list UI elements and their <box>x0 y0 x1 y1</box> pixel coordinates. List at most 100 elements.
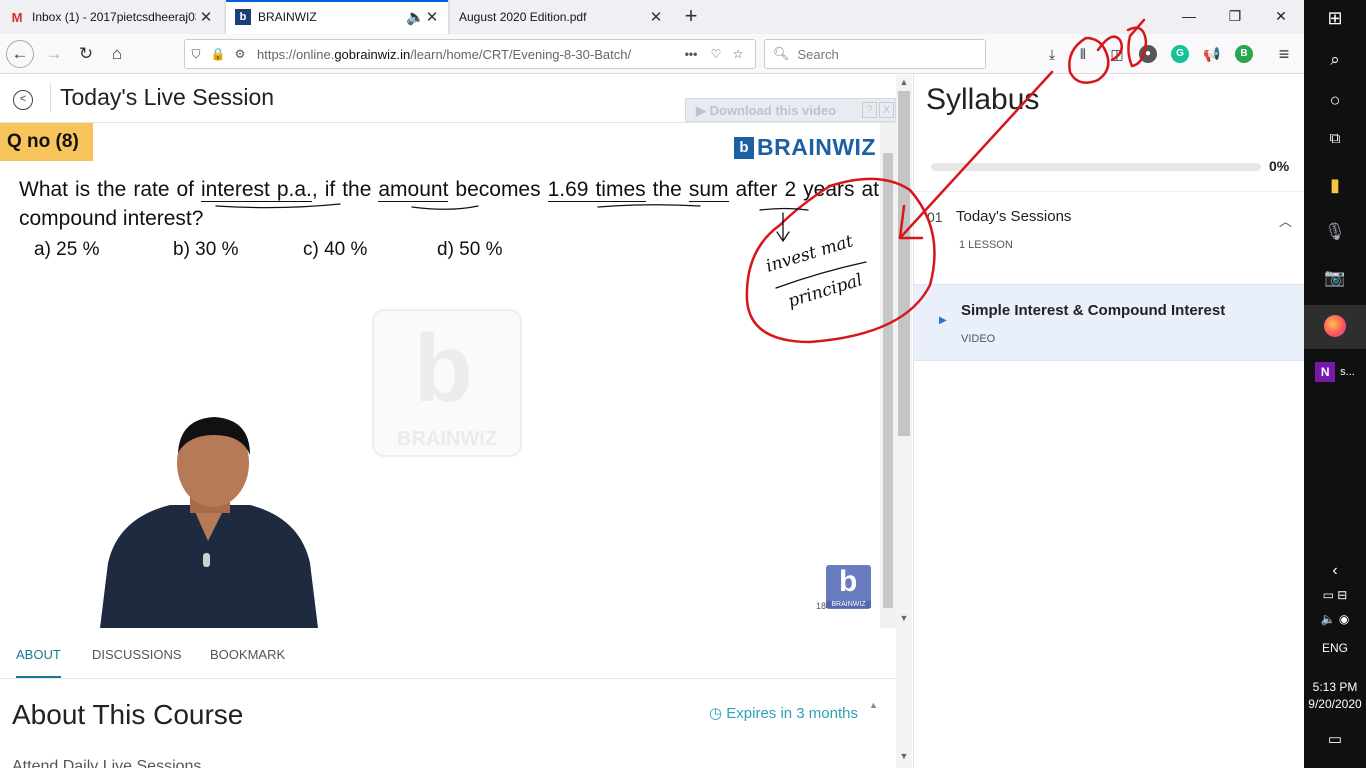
watermark-text: BRAINWIZ <box>397 428 497 450</box>
content-tabs: ABOUT DISCUSSIONS BOOKMARK <box>0 639 896 679</box>
pocket-icon[interactable]: ♡ <box>705 47 727 61</box>
tab-about[interactable]: ABOUT <box>16 647 61 678</box>
scroll-up-icon[interactable]: ▲ <box>896 77 912 87</box>
forward-arrow-icon[interactable]: → <box>40 40 68 68</box>
new-tab-plus-icon[interactable]: + <box>678 4 704 30</box>
close-icon[interactable]: ✕ <box>646 8 666 26</box>
question-underlined: amount <box>378 178 449 202</box>
onenote-taskbar-button[interactable]: N s... <box>1304 362 1366 382</box>
scroll-down-icon[interactable]: ▼ <box>896 751 912 761</box>
menu-hamburger-icon[interactable]: ≡ <box>1273 43 1295 65</box>
browser-tab-strip: M Inbox (1) - 2017pietcsdheeraj03 ✕ b BR… <box>0 0 1304 34</box>
file-explorer-icon[interactable]: ▮ <box>1304 175 1366 196</box>
lock-icon[interactable]: 🔒 <box>207 47 229 61</box>
minimize-icon[interactable]: — <box>1166 0 1212 32</box>
download-icon[interactable]: ⤓ <box>1041 43 1063 65</box>
lesson-type: VIDEO <box>961 333 996 345</box>
library-icon[interactable]: ⫴ <box>1072 43 1094 65</box>
url-prefix: https://online. <box>257 46 335 62</box>
tab-bookmark[interactable]: BOOKMARK <box>210 647 285 676</box>
grammarly-icon[interactable]: G <box>1171 45 1189 63</box>
chevron-up-icon[interactable]: ︿ <box>1279 211 1292 230</box>
question-part: , if the <box>311 178 379 201</box>
sidebar-icon[interactable]: ◫ <box>1106 43 1128 65</box>
syllabus-panel: Syllabus 0% 01 Today's Sessions ︿ 1 LESS… <box>913 75 1305 768</box>
option-d: d) 50 % <box>437 239 503 260</box>
url-bar[interactable]: ⛉ 🔒 ⚙ https://online.gobrainwiz.in/learn… <box>184 39 756 69</box>
firefox-taskbar-button[interactable] <box>1304 305 1366 349</box>
syllabus-progress-bar <box>931 163 1261 171</box>
firefox-icon <box>1324 315 1346 337</box>
scroll-up-icon[interactable]: ▲ <box>869 700 878 710</box>
page-actions-icon[interactable]: ••• <box>677 47 705 61</box>
clock-time[interactable]: 5:13 PM <box>1304 680 1366 694</box>
divider <box>50 83 51 113</box>
lesson-title: Simple Interest & Compound Interest <box>961 302 1226 319</box>
tab-brainwiz[interactable]: b BRAINWIZ 🔈 ✕ <box>226 0 448 34</box>
page-content: < Today's Live Session Q no (8) b BRAINW… <box>0 75 1305 768</box>
url-text[interactable]: https://online.gobrainwiz.in/learn/home/… <box>257 47 677 62</box>
cortana-icon[interactable]: ○ <box>1304 90 1366 111</box>
search-icon[interactable]: ⌕ <box>1304 50 1366 70</box>
clock-date[interactable]: 9/20/2020 <box>1304 697 1366 711</box>
home-icon[interactable]: ⌂ <box>103 40 131 68</box>
search-input[interactable]: 🔍︎ Search <box>764 39 986 69</box>
about-heading: About This Course <box>12 699 244 730</box>
divider <box>914 191 1305 192</box>
shield-icon[interactable]: ⛉ <box>185 47 207 62</box>
question-part: becomes <box>448 178 548 201</box>
scrollbar-thumb[interactable] <box>898 91 910 436</box>
download-video-button[interactable]: ▶ Download this video <box>696 103 836 119</box>
progress-percent: 0% <box>1269 158 1290 174</box>
tab-pdf[interactable]: August 2020 Edition.pdf ✕ <box>450 0 672 34</box>
brainwiz-logo: b BRAINWIZ <box>734 134 876 161</box>
camera-icon[interactable]: 📷 <box>1304 268 1366 288</box>
option-c: c) 40 % <box>303 239 368 260</box>
back-icon[interactable]: < <box>13 90 33 110</box>
url-path: /learn/home/CRT/Evening-8-30-Batch/ <box>410 46 632 62</box>
account-icon[interactable]: ● <box>1139 45 1157 63</box>
bookmark-star-icon[interactable]: ☆ <box>727 47 749 61</box>
help-icon[interactable]: ? <box>862 102 877 118</box>
page-scrollbar[interactable]: ▲ ▼ ▼ <box>896 75 912 768</box>
back-arrow-icon[interactable]: ← <box>6 40 34 68</box>
windows-taskbar: ⊞ ⌕ ○ ⧉ ▮ 🎙 📷 N s... ‹ ▭ ⊟ 🔈 ◉ ENG 5:13 … <box>1304 0 1366 768</box>
close-icon[interactable]: ✕ <box>422 8 442 26</box>
windows-start-icon[interactable]: ⊞ <box>1304 8 1366 29</box>
about-scrollbar[interactable]: ▲ <box>869 695 883 768</box>
lesson-item[interactable]: ▶ Simple Interest & Compound Interest VI… <box>914 284 1305 361</box>
question-underlined: interest p.a. <box>201 178 312 202</box>
recorder-icon[interactable]: 🎙 <box>1304 222 1366 242</box>
megaphone-icon[interactable]: 📢 <box>1201 43 1223 65</box>
url-domain: gobrainwiz.in <box>334 46 411 62</box>
volume-network-icons[interactable]: 🔈 ◉ <box>1304 612 1366 626</box>
chevron-left-icon[interactable]: ‹ <box>1304 562 1366 580</box>
speaker-icon[interactable]: 🔈 <box>406 8 425 26</box>
section-title[interactable]: Today's Sessions <box>956 208 1071 225</box>
extension-b-icon[interactable]: B <box>1235 45 1253 63</box>
close-icon[interactable]: ✕ <box>196 8 216 26</box>
clock-icon: ◷ <box>709 705 727 722</box>
permissions-icon[interactable]: ⚙ <box>229 47 251 61</box>
task-view-icon[interactable]: ⧉ <box>1304 130 1366 147</box>
scrollbar-thumb[interactable] <box>883 153 893 608</box>
scroll-down-icon[interactable]: ▼ <box>896 613 912 623</box>
language-indicator[interactable]: ENG <box>1304 641 1366 655</box>
section-number: 01 <box>927 209 943 225</box>
tab-title: August 2020 Edition.pdf <box>459 10 587 24</box>
section-lesson-count: 1 LESSON <box>959 239 1013 251</box>
close-window-icon[interactable]: ✕ <box>1258 0 1304 32</box>
question-underlined: 1.69 times <box>547 178 646 202</box>
gmail-icon: M <box>11 9 23 25</box>
reload-icon[interactable]: ↻ <box>72 40 100 68</box>
close-icon[interactable]: X <box>879 102 894 118</box>
video-player[interactable]: Q no (8) b BRAINWIZ What is the rate of … <box>0 123 880 628</box>
tab-gmail[interactable]: M Inbox (1) - 2017pietcsdheeraj03 ✕ <box>0 0 222 34</box>
restore-icon[interactable]: ❐ <box>1212 0 1258 32</box>
onenote-label: s... <box>1340 366 1355 378</box>
system-tray-icons[interactable]: ▭ ⊟ <box>1304 588 1366 602</box>
notification-icon[interactable]: ▭ <box>1304 730 1366 748</box>
video-scrollbar[interactable] <box>880 123 896 628</box>
download-video-bar[interactable]: ▶ Download this video ? X <box>685 98 896 122</box>
tab-discussions[interactable]: DISCUSSIONS <box>92 647 182 676</box>
